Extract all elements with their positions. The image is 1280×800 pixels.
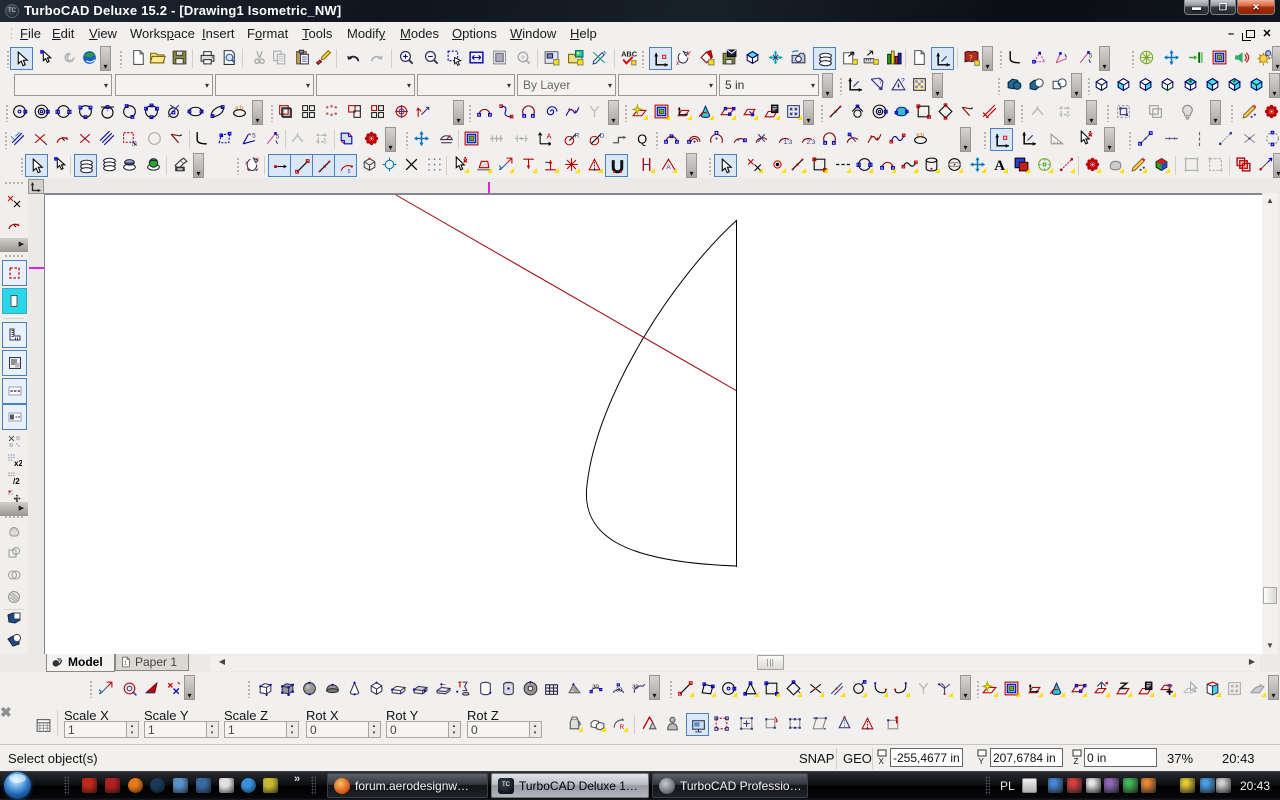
svg-text:Y: Y — [979, 757, 985, 765]
svg-text:Z: Z — [1074, 757, 1079, 765]
svg-text:X: X — [879, 757, 885, 765]
